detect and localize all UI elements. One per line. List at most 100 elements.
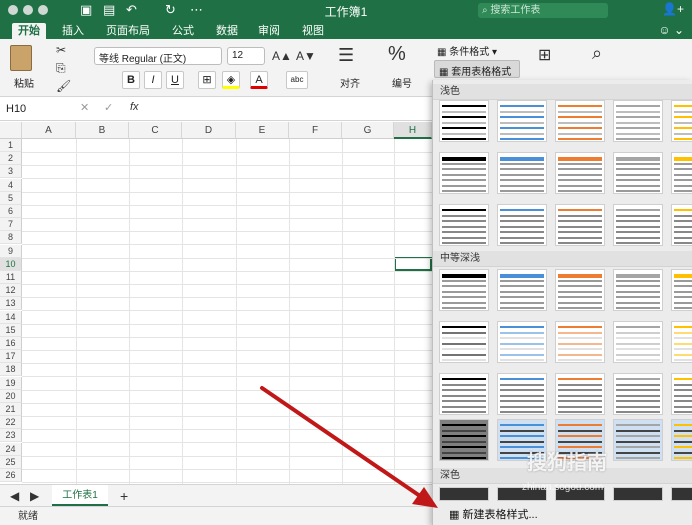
column-header-selected[interactable]: H xyxy=(394,122,432,139)
column-header[interactable]: D xyxy=(182,122,236,139)
table-style-thumbnail[interactable] xyxy=(497,204,547,246)
row-header[interactable]: 16 xyxy=(0,337,22,350)
add-sheet-button[interactable]: + xyxy=(120,488,128,504)
row-header[interactable]: 13 xyxy=(0,297,22,311)
paste-button[interactable] xyxy=(10,45,32,71)
font-color-button[interactable]: A xyxy=(250,71,268,89)
row-header[interactable]: 10 xyxy=(0,257,22,271)
row-header[interactable]: 9 xyxy=(0,244,22,258)
row-header[interactable]: 4 xyxy=(0,178,22,192)
row-header[interactable]: 22 xyxy=(0,416,22,430)
table-style-thumbnail[interactable] xyxy=(613,419,663,461)
table-style-thumbnail[interactable] xyxy=(613,487,663,501)
table-style-thumbnail[interactable] xyxy=(613,373,663,415)
table-style-thumbnail[interactable] xyxy=(671,100,692,142)
increase-font-icon[interactable]: A▲ xyxy=(272,49,292,63)
row-header[interactable]: 18 xyxy=(0,363,22,377)
prev-sheet-icon[interactable]: ◀ xyxy=(10,489,19,503)
table-style-thumbnail[interactable] xyxy=(671,373,692,415)
feedback-icon[interactable]: ☺ ⌄ xyxy=(658,23,684,37)
table-style-thumbnail[interactable] xyxy=(439,152,489,194)
row-header[interactable]: 12 xyxy=(0,284,22,298)
percent-icon[interactable]: % xyxy=(388,43,406,66)
borders-button[interactable]: ⊞ xyxy=(198,71,216,89)
table-style-thumbnail[interactable] xyxy=(613,269,663,311)
table-style-thumbnail[interactable] xyxy=(439,419,489,461)
row-header[interactable]: 11 xyxy=(0,271,22,284)
table-style-thumbnail[interactable] xyxy=(497,321,547,363)
enter-icon[interactable]: ✓ xyxy=(104,101,113,114)
share-user-icon[interactable]: 👤+ xyxy=(662,2,684,16)
table-style-thumbnail[interactable] xyxy=(497,269,547,311)
row-header[interactable]: 8 xyxy=(0,231,22,245)
row-header[interactable]: 25 xyxy=(0,455,22,469)
underline-button[interactable]: U xyxy=(166,71,184,89)
table-style-thumbnail[interactable] xyxy=(439,100,489,142)
table-style-thumbnail[interactable] xyxy=(613,204,663,246)
decrease-font-icon[interactable]: A▼ xyxy=(296,49,316,63)
search-input[interactable]: ⌕ 搜索工作表 xyxy=(478,3,608,18)
table-style-thumbnail[interactable] xyxy=(613,152,663,194)
row-header[interactable]: 24 xyxy=(0,442,22,456)
fill-color-button[interactable]: ◈ xyxy=(222,71,240,89)
table-style-thumbnail[interactable] xyxy=(497,373,547,415)
font-name-select[interactable]: 等线 Regular (正文) xyxy=(94,47,222,65)
table-style-thumbnail[interactable] xyxy=(555,373,605,415)
new-table-style-item[interactable]: ▦ 新建表格样式... xyxy=(435,506,691,525)
row-header[interactable]: 17 xyxy=(0,350,22,364)
column-header[interactable]: F xyxy=(289,122,342,139)
row-header[interactable]: 21 xyxy=(0,403,22,416)
fx-label[interactable]: fx xyxy=(130,101,139,113)
row-header[interactable]: 3 xyxy=(0,165,22,179)
bold-button[interactable]: B xyxy=(122,71,140,89)
row-header[interactable]: 2 xyxy=(0,152,22,166)
column-header[interactable]: B xyxy=(76,122,129,139)
align-icon[interactable]: ☰ xyxy=(338,45,354,66)
table-style-thumbnail[interactable] xyxy=(555,152,605,194)
name-box[interactable]: H10 xyxy=(6,101,62,117)
conditional-format-button[interactable]: ▦ 条件格式 ▾ xyxy=(437,43,497,58)
format-painter-icon[interactable]: 🖌 xyxy=(56,79,71,93)
row-header[interactable]: 20 xyxy=(0,389,22,403)
tab-view[interactable]: 视图 xyxy=(296,23,330,39)
table-style-thumbnail[interactable] xyxy=(439,373,489,415)
tab-data[interactable]: 数据 xyxy=(210,23,244,39)
row-header[interactable]: 14 xyxy=(0,310,22,324)
row-header[interactable]: 5 xyxy=(0,191,22,205)
table-style-thumbnail[interactable] xyxy=(671,204,692,246)
table-style-thumbnail[interactable] xyxy=(439,321,489,363)
cut-icon[interactable]: ✂ xyxy=(56,43,66,57)
worksheet-grid[interactable]: A B C D E F G H 1 2 3 4 5 6 7 8 9 10 11 12 13 14 15 16 1… xyxy=(0,122,432,484)
next-sheet-icon[interactable]: ▶ xyxy=(30,489,39,503)
tab-formulas[interactable]: 公式 xyxy=(166,23,200,39)
font-size-select[interactable]: 12 xyxy=(227,47,265,65)
table-style-thumbnail[interactable] xyxy=(497,100,547,142)
row-header[interactable]: 19 xyxy=(0,376,22,390)
active-cell[interactable] xyxy=(394,257,432,271)
table-style-thumbnail[interactable] xyxy=(671,419,692,461)
phonetic-button[interactable]: abc xyxy=(286,71,308,89)
table-style-thumbnail[interactable] xyxy=(439,269,489,311)
row-header[interactable]: 15 xyxy=(0,323,22,337)
copy-icon[interactable]: ⎘ xyxy=(56,61,66,76)
select-all-corner[interactable] xyxy=(0,122,22,139)
column-header[interactable]: G xyxy=(342,122,394,139)
table-style-thumbnail[interactable] xyxy=(555,321,605,363)
column-header[interactable]: A xyxy=(22,122,76,139)
table-style-thumbnail[interactable] xyxy=(671,321,692,363)
row-header[interactable]: 6 xyxy=(0,205,22,218)
sheet-tab[interactable]: 工作表1 xyxy=(52,485,108,506)
table-style-thumbnail[interactable] xyxy=(439,204,489,246)
row-header[interactable]: 23 xyxy=(0,429,22,443)
cancel-icon[interactable]: ✕ xyxy=(80,101,89,114)
column-header[interactable]: E xyxy=(236,122,289,139)
tab-page-layout[interactable]: 页面布局 xyxy=(100,23,156,39)
table-style-thumbnail[interactable] xyxy=(613,321,663,363)
table-style-thumbnail[interactable] xyxy=(671,152,692,194)
column-header[interactable]: C xyxy=(129,122,182,139)
table-style-thumbnail[interactable] xyxy=(497,152,547,194)
row-header[interactable]: 1 xyxy=(0,139,22,152)
italic-button[interactable]: I xyxy=(144,71,162,89)
table-style-thumbnail[interactable] xyxy=(671,487,692,501)
find-icon[interactable]: ⌕ xyxy=(592,43,602,64)
